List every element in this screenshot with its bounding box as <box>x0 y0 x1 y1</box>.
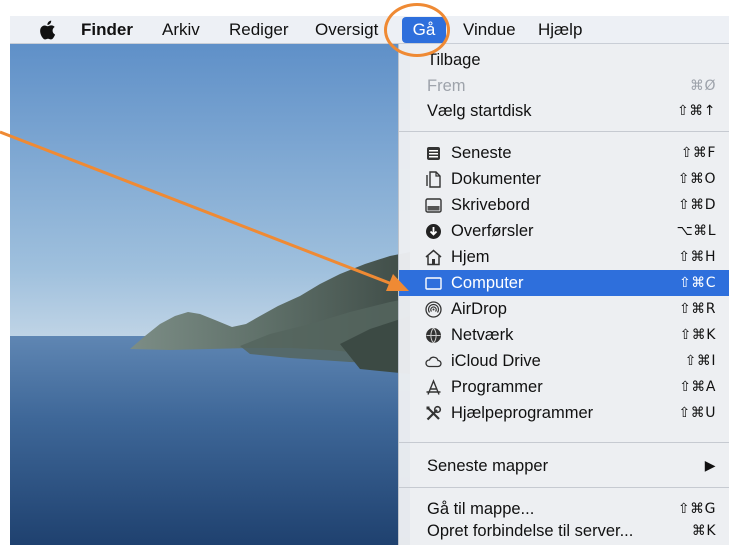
menu-item-overforsler[interactable]: Overførsler ⌥⌘L <box>399 218 729 244</box>
menu-item-hjaelpeprogrammer[interactable]: Hjælpeprogrammer ⇧⌘U <box>399 400 729 426</box>
menu-arkiv[interactable]: Arkiv <box>162 16 200 44</box>
cloud-icon <box>425 356 442 368</box>
menu-item-label: Seneste mapper <box>427 457 549 475</box>
menu-item-label: Frem <box>427 77 466 95</box>
menu-item-dokumenter[interactable]: Dokumenter ⇧⌘O <box>399 166 729 192</box>
menu-item-label: Opret forbindelse til server... <box>427 522 634 540</box>
shortcut-label: ⇧⌘↑ <box>677 103 716 119</box>
menu-item-computer[interactable]: Computer ⇧⌘C <box>399 270 729 296</box>
recents-icon <box>427 147 440 160</box>
menu-item-label: AirDrop <box>451 300 507 318</box>
menu-rediger[interactable]: Rediger <box>229 16 289 44</box>
menu-item-label: iCloud Drive <box>451 352 541 370</box>
menu-item-label: Skrivebord <box>451 196 530 214</box>
menu-separator <box>399 487 729 488</box>
documents-icon <box>426 171 441 188</box>
menu-item-frem: Frem ⌘Ø <box>399 73 729 99</box>
downloads-icon <box>426 224 441 239</box>
shortcut-label: ⌘Ø <box>689 78 716 94</box>
menu-item-label: Hjem <box>451 248 490 266</box>
shortcut-label: ⇧⌘U <box>678 405 716 421</box>
menu-item-airdrop[interactable]: AirDrop ⇧⌘R <box>399 296 729 322</box>
menu-vindue[interactable]: Vindue <box>463 16 516 44</box>
menu-item-label: Overførsler <box>451 222 534 240</box>
menu-item-label: Computer <box>451 274 524 292</box>
utilities-icon <box>426 405 442 421</box>
menu-separator <box>399 442 729 443</box>
menu-separator <box>399 131 729 132</box>
apple-icon[interactable] <box>38 16 56 44</box>
shortcut-label: ⇧⌘D <box>677 197 716 213</box>
submenu-arrow-icon: ▶ <box>704 458 716 474</box>
menu-item-programmer[interactable]: Programmer ⇧⌘A <box>399 374 729 400</box>
menu-item-label: Seneste <box>451 144 512 162</box>
desktop-wallpaper <box>10 44 410 545</box>
menu-finder[interactable]: Finder <box>81 16 133 44</box>
menu-item-netvaerk[interactable]: Netværk ⇧⌘K <box>399 322 729 348</box>
shortcut-label: ⇧⌘O <box>677 171 716 187</box>
menu-item-label: Hjælpeprogrammer <box>451 404 594 422</box>
menu-item-label: Netværk <box>451 326 514 344</box>
menu-item-label: Dokumenter <box>451 170 541 188</box>
applications-icon <box>426 379 441 395</box>
shortcut-label: ⌘K <box>691 523 716 539</box>
computer-icon <box>425 277 442 290</box>
menu-item-seneste-mapper[interactable]: Seneste mapper ▶ <box>399 453 729 479</box>
menu-item-tilbage[interactable]: Tilbage <box>399 47 729 73</box>
menu-item-hjem[interactable]: Hjem ⇧⌘H <box>399 244 729 270</box>
screenshot: Finder Arkiv Rediger Oversigt Gå Vindue … <box>0 0 729 545</box>
menu-item-seneste[interactable]: Seneste ⇧⌘F <box>399 140 729 166</box>
menu-item-label: Programmer <box>451 378 543 396</box>
menu-item-icloud[interactable]: iCloud Drive ⇧⌘I <box>399 348 729 374</box>
menu-hjaelp[interactable]: Hjælp <box>538 16 582 44</box>
shortcut-label: ⇧⌘I <box>684 353 716 369</box>
shortcut-label: ⇧⌘K <box>679 327 716 343</box>
menu-item-skrivebord[interactable]: Skrivebord ⇧⌘D <box>399 192 729 218</box>
shortcut-label: ⌥⌘L <box>676 223 716 239</box>
network-icon <box>426 327 441 344</box>
shortcut-label: ⇧⌘A <box>679 379 716 395</box>
shortcut-label: ⇧⌘F <box>680 145 716 161</box>
desktop-icon <box>425 198 442 213</box>
menu-item-startdisk[interactable]: Vælg startdisk ⇧⌘↑ <box>399 98 729 124</box>
shortcut-label: ⇧⌘H <box>678 249 716 265</box>
go-menu: Tilbage Frem ⌘Ø Vælg startdisk ⇧⌘↑ Senes… <box>398 44 729 545</box>
shortcut-label: ⇧⌘R <box>679 301 716 317</box>
highlight-circle <box>384 3 450 57</box>
menu-item-opret-forbindelse[interactable]: Opret forbindelse til server... ⌘K <box>399 518 729 544</box>
home-icon <box>425 249 442 266</box>
menu-bar: Finder Arkiv Rediger Oversigt Gå Vindue … <box>10 16 729 44</box>
airdrop-icon <box>425 301 442 318</box>
shortcut-label: ⇧⌘C <box>678 275 716 291</box>
menu-item-label: Vælg startdisk <box>427 102 532 120</box>
